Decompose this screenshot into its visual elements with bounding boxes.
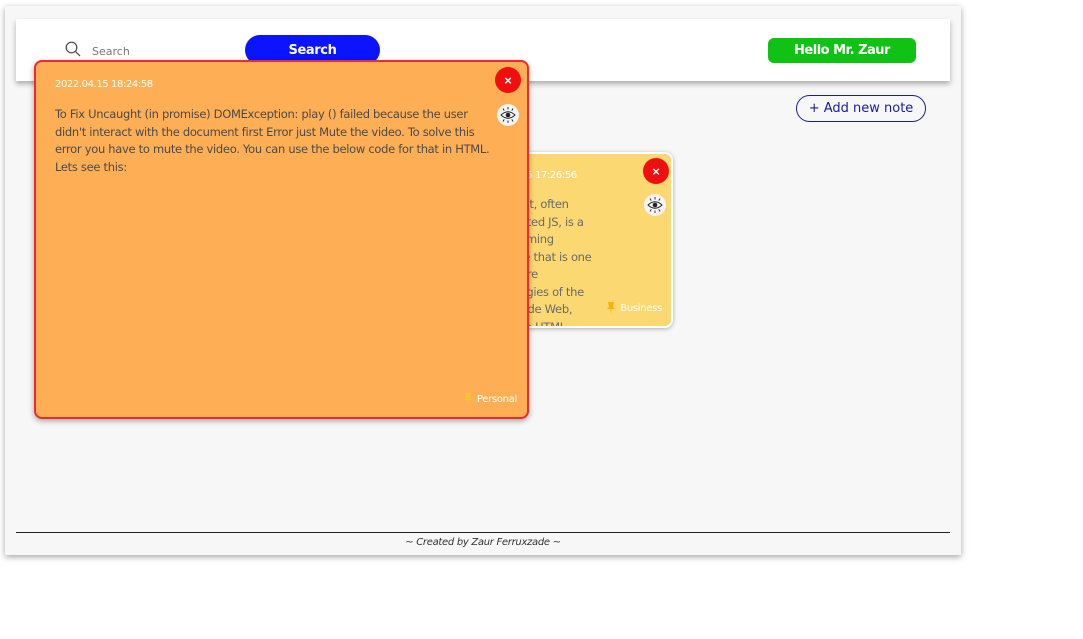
note-category-tag: Personal (463, 393, 517, 405)
search-icon (65, 41, 81, 57)
footer-divider (16, 532, 950, 533)
note-card-personal[interactable]: 2022.04.15 18:24:58 × To Fix Uncaught (i… (34, 60, 529, 419)
note-text: To Fix Uncaught (in promise) DOMExceptio… (55, 107, 490, 174)
close-icon[interactable]: × (495, 67, 521, 93)
eye-icon[interactable] (644, 194, 666, 216)
note-date: 2022.04.15 18:24:58 (55, 79, 153, 90)
add-new-note-button[interactable]: + Add new note (796, 95, 926, 122)
close-icon[interactable]: × (643, 158, 669, 184)
greeting-badge: Hello Mr. Zaur (768, 38, 916, 63)
search-input[interactable] (90, 40, 224, 62)
note-category-label: Personal (476, 393, 517, 405)
pin-icon (607, 302, 616, 314)
note-category-tag: Business (607, 302, 662, 314)
eye-icon[interactable] (497, 104, 519, 126)
note-category-label: Business (620, 302, 662, 314)
notes-app: Search Hello Mr. Zaur + Add new note 202… (5, 6, 961, 555)
footer-credit: ~ Created by Zaur Ferruxzade ~ (405, 537, 561, 548)
pin-icon (463, 393, 472, 405)
